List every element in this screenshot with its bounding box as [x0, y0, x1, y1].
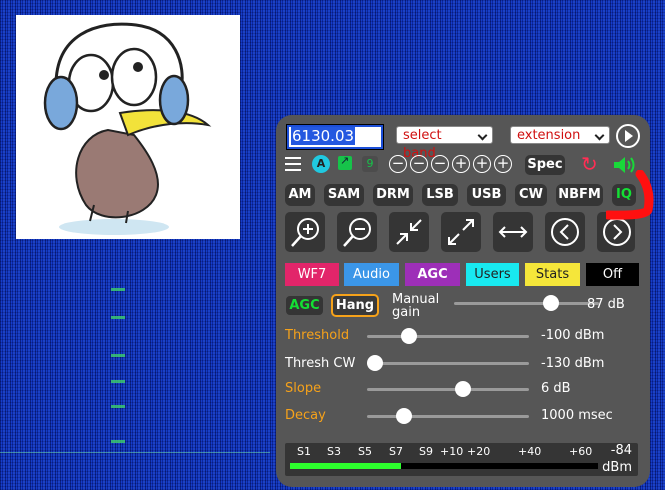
tab-off[interactable]: Off [586, 263, 639, 286]
magnifier-minus-icon [343, 218, 371, 247]
play-icon[interactable] [616, 124, 640, 148]
expand-button[interactable] [441, 212, 481, 252]
tab-agc[interactable]: AGC [405, 263, 460, 286]
manual-gain-slider[interactable] [454, 295, 599, 311]
tab-audio[interactable]: Audio [344, 263, 399, 286]
auto-badge[interactable]: A [312, 155, 330, 173]
s-meter-level [290, 463, 401, 469]
slope-slider[interactable] [367, 381, 529, 397]
tab-stats[interactable]: Stats [525, 263, 580, 286]
arrows-in-icon [396, 219, 422, 245]
waterfall-signal [111, 316, 125, 319]
s-meter-tick: S1 [297, 445, 311, 458]
magnifier-plus-icon [291, 218, 319, 247]
slider-thumb[interactable] [401, 328, 418, 344]
slider-thumb[interactable] [396, 408, 413, 424]
mode-button-sam[interactable]: SAM [324, 184, 364, 206]
slider-thumb[interactable] [454, 381, 471, 397]
zoom-in-max-icon[interactable]: + [494, 155, 512, 173]
tab-wf7[interactable]: WF7 [285, 263, 339, 286]
collapse-button[interactable] [389, 212, 429, 252]
s-meter-tick: +10 [440, 445, 464, 458]
kiwi-logo [16, 15, 240, 239]
waterfall-signal [111, 405, 125, 408]
s-meter-tick: S7 [389, 445, 403, 458]
extension-select[interactable]: extension [510, 126, 610, 144]
thresh-cw-label: Thresh CW [285, 356, 356, 371]
waterfall-signal [111, 354, 125, 357]
agc-toggle[interactable]: AGC [286, 296, 323, 315]
red-annotation-mark [606, 170, 654, 220]
arrows-out-icon [448, 219, 474, 245]
mode-button-usb[interactable]: USB [467, 184, 506, 206]
s-meter-tick: +20 [467, 445, 491, 458]
swap-button[interactable] [493, 212, 533, 252]
s-meter-unit: dBm [602, 460, 632, 475]
mode-button-nbfm[interactable]: NBFM [556, 184, 603, 206]
hang-toggle[interactable]: Hang [331, 294, 379, 317]
external-link-icon[interactable] [338, 154, 352, 170]
mode-button-drm[interactable]: DRM [373, 184, 413, 206]
thresh-cw-value: -130 dBm [541, 356, 605, 371]
s-meter-value: -84 [610, 443, 632, 458]
slope-value: 6 dB [541, 381, 571, 396]
manual-gain-label: Manual gain [392, 292, 440, 320]
slider-thumb[interactable] [367, 355, 384, 371]
s-meter-tick: +40 [518, 445, 542, 458]
zoom-out-more-icon[interactable]: − [410, 155, 428, 173]
reload-icon[interactable]: ↻ [581, 153, 598, 175]
decay-slider[interactable] [367, 408, 529, 424]
decay-label: Decay [285, 408, 326, 423]
waterfall-signal [111, 440, 125, 443]
zoom-in-icon[interactable]: + [452, 155, 470, 173]
zoom-out-icon[interactable]: − [431, 155, 449, 173]
frequency-input[interactable]: 6130.03 [286, 124, 384, 150]
page-left-button[interactable] [545, 212, 585, 252]
s-meter-tick: S5 [358, 445, 372, 458]
zoom-in-button[interactable] [285, 212, 325, 252]
waterfall-trace [0, 452, 270, 453]
control-panel: 6130.03 select band extension A 9 − − − … [276, 115, 650, 487]
slider-thumb[interactable] [543, 295, 560, 311]
slope-label: Slope [285, 381, 322, 396]
manual-gain-value: 87 dB [587, 297, 625, 312]
s-meter-tick: S3 [327, 445, 341, 458]
zoom-out-max-icon[interactable]: − [389, 155, 407, 173]
double-arrow-icon [498, 226, 528, 238]
mode-button-lsb[interactable]: LSB [422, 184, 458, 206]
menu-icon[interactable] [285, 157, 301, 171]
zoom-level-badge[interactable]: 9 [362, 156, 378, 172]
mode-button-am[interactable]: AM [285, 184, 315, 206]
s-meter: S1 S3 S5 S7 S9 +10 +20 +40 +60 -84 dBm [285, 443, 638, 476]
spec-button[interactable]: Spec [525, 155, 565, 175]
s-meter-tick: S9 [419, 445, 433, 458]
thresh-cw-slider[interactable] [367, 355, 529, 371]
circle-chevron-left-icon [551, 218, 579, 246]
tab-users[interactable]: Users [466, 263, 519, 286]
decay-value: 1000 msec [541, 408, 613, 423]
mode-button-cw[interactable]: CW [515, 184, 547, 206]
threshold-label: Threshold [285, 328, 350, 343]
s-meter-tick: +60 [569, 445, 593, 458]
threshold-slider[interactable] [367, 328, 529, 344]
band-select[interactable]: select band [396, 126, 493, 161]
waterfall-signal [111, 288, 125, 291]
zoom-out-button[interactable] [337, 212, 377, 252]
threshold-value: -100 dBm [541, 328, 605, 343]
waterfall-signal [111, 380, 125, 383]
zoom-in-more-icon[interactable]: + [473, 155, 491, 173]
